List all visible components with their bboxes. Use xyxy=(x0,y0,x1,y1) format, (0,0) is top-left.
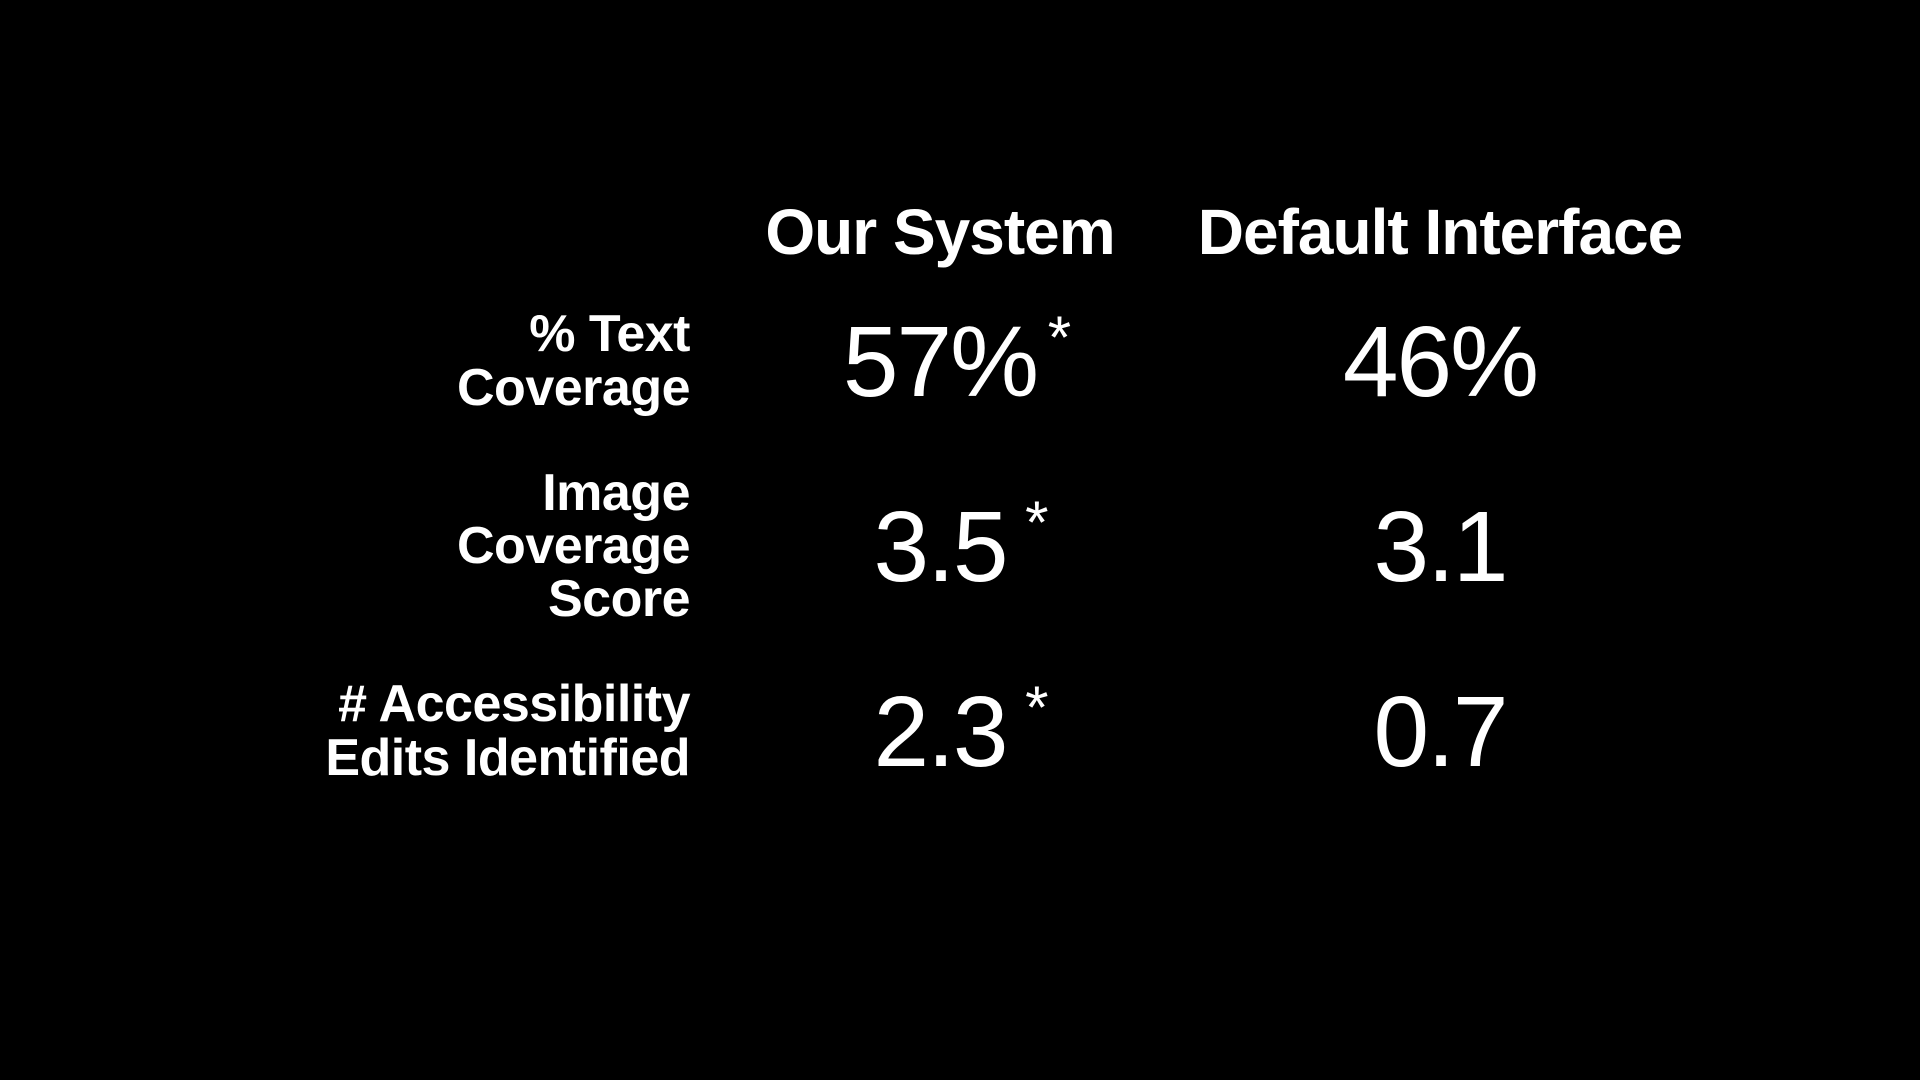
table-row: # AccessibilityEdits Identified 2.3 0.7 xyxy=(230,639,1690,824)
comparison-table: Our System Default Interface % TextCover… xyxy=(230,195,1690,824)
header-blank xyxy=(230,195,690,269)
value-cell: 46% xyxy=(1190,269,1690,454)
table-row: % TextCoverage 57% 46% xyxy=(230,269,1690,454)
slide: Our System Default Interface % TextCover… xyxy=(0,0,1920,1080)
value-cell: 0.7 xyxy=(1190,639,1690,824)
value-cell: 2.3 xyxy=(690,639,1190,824)
value-default-image-coverage: 3.1 xyxy=(1373,497,1506,597)
row-label-accessibility-edits: # AccessibilityEdits Identified xyxy=(230,639,690,824)
value-our-system-text-coverage: 57% xyxy=(843,312,1037,412)
table-row: ImageCoverageScore 3.5 3.1 xyxy=(230,454,1690,639)
header-our-system: Our System xyxy=(690,195,1190,269)
value-cell: 3.1 xyxy=(1190,454,1690,639)
value-our-system-image-coverage: 3.5 xyxy=(873,497,1006,597)
header-default-interface: Default Interface xyxy=(1190,195,1690,269)
value-default-accessibility-edits: 0.7 xyxy=(1373,682,1506,782)
table-header-row: Our System Default Interface xyxy=(230,195,1690,269)
value-cell: 3.5 xyxy=(690,454,1190,639)
value-default-text-coverage: 46% xyxy=(1343,312,1537,412)
value-our-system-accessibility-edits: 2.3 xyxy=(873,682,1006,782)
value-cell: 57% xyxy=(690,269,1190,454)
row-label-image-coverage: ImageCoverageScore xyxy=(230,454,690,639)
row-label-text-coverage: % TextCoverage xyxy=(230,269,690,454)
